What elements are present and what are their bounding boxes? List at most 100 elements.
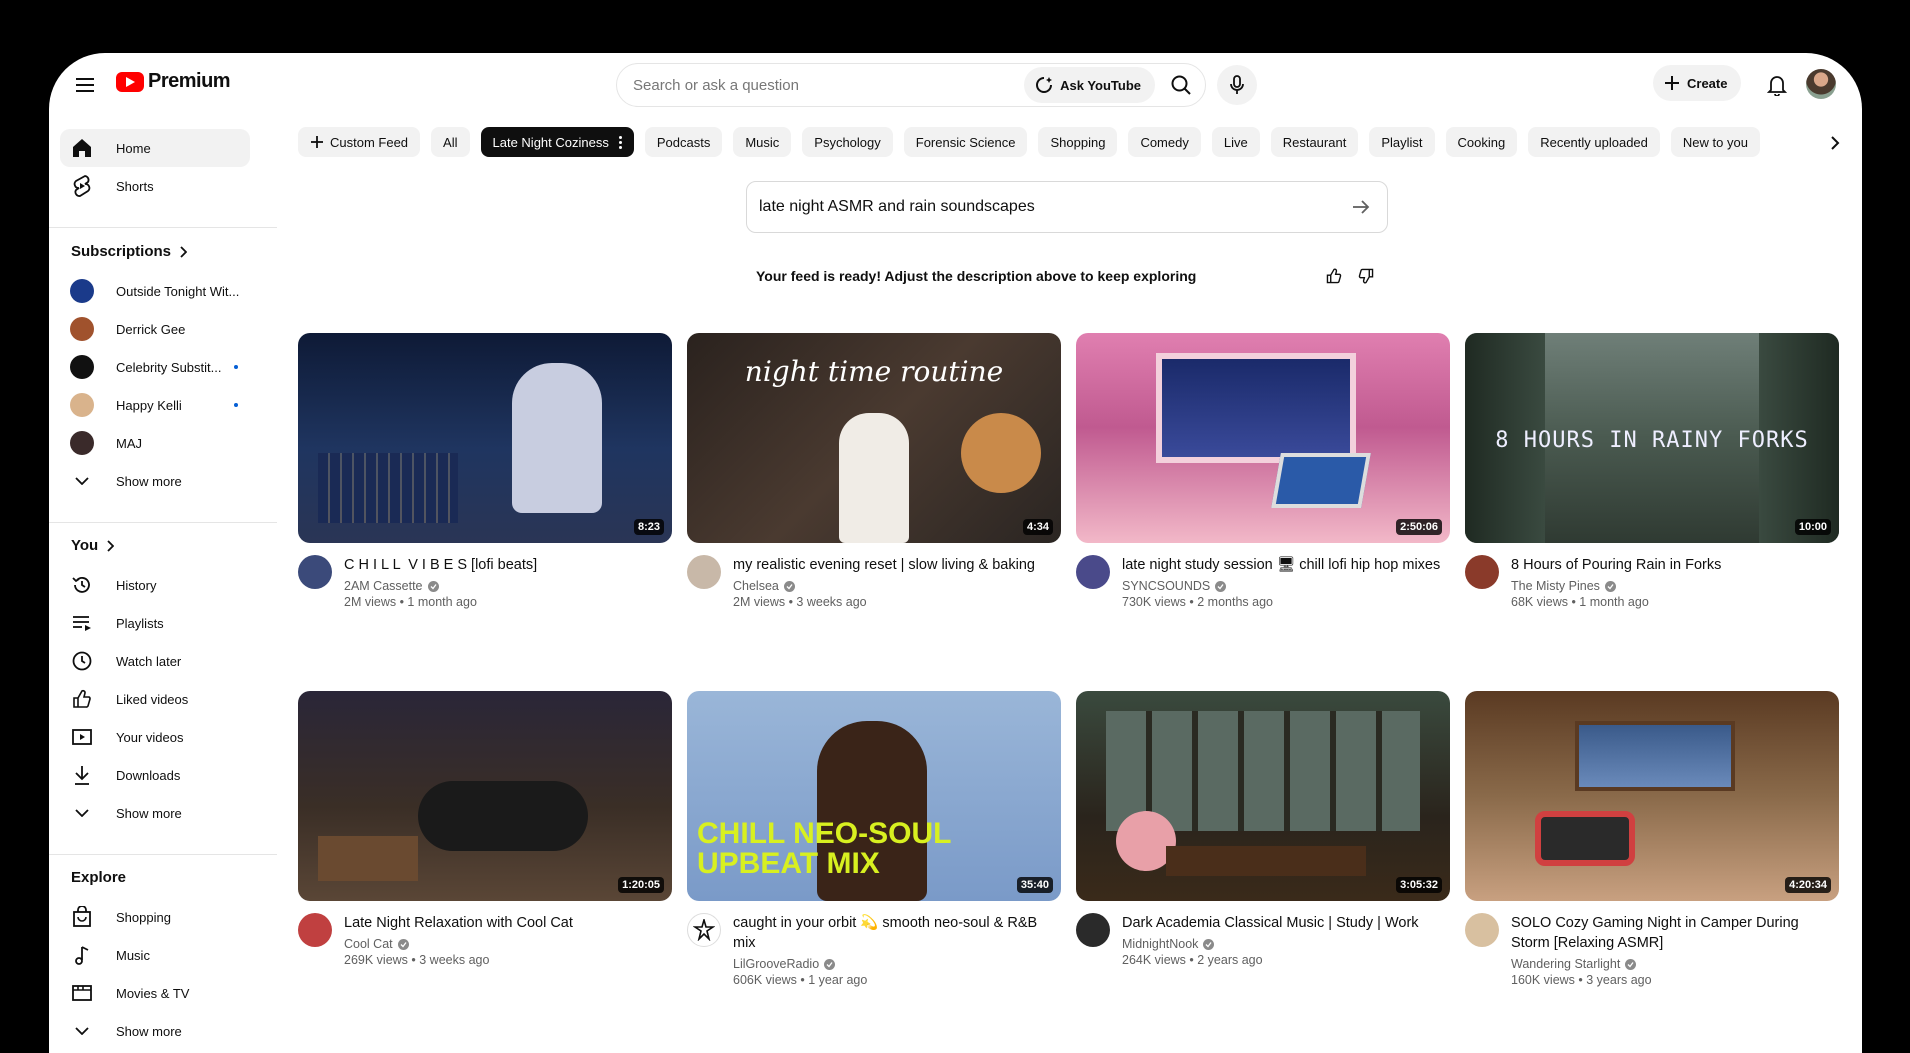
chip-custom-feed[interactable]: Custom Feed [298,127,421,157]
verified-icon [397,938,409,950]
sidebar-item-your-videos[interactable]: Your videos [60,718,250,756]
feed-prompt-input[interactable] [759,198,1347,216]
create-button[interactable]: Create [1653,65,1742,101]
video-title[interactable]: SOLO Cozy Gaming Night in Camper During … [1511,913,1839,953]
chip-label: Late Night Coziness [492,134,609,150]
sidebar-item-downloads[interactable]: Downloads [60,756,250,794]
channel-avatar[interactable] [1465,913,1499,947]
video-card[interactable]: 1:20:05 Late Night Relaxation with Cool … [298,691,672,967]
subscriptions-heading[interactable]: Subscriptions [71,243,188,260]
voice-search-button[interactable] [1217,65,1257,105]
chip-live[interactable]: Live [1211,127,1260,157]
feed-dislike-button[interactable] [1353,263,1379,289]
chip-comedy[interactable]: Comedy [1128,127,1201,157]
chip-music[interactable]: Music [733,127,792,157]
sidebar-item-subscription[interactable]: Derrick Gee [60,310,250,348]
chevron-right-icon [180,245,188,258]
video-card[interactable]: 8 HOURS IN RAINY FORKS 10:00 8 Hours of … [1465,333,1839,609]
chip-late-night-coziness[interactable]: Late Night Coziness [480,127,634,157]
video-card[interactable]: 8:23 C H I L L V I B E S [lofi beats] 2A… [298,333,672,609]
video-card[interactable]: 3:05:32 Dark Academia Classical Music | … [1076,691,1450,967]
chip-playlist[interactable]: Playlist [1369,127,1435,157]
notifications-button[interactable] [1757,65,1797,105]
video-title[interactable]: 8 Hours of Pouring Rain in Forks [1511,555,1839,575]
channel-avatar[interactable] [298,913,332,947]
video-thumbnail[interactable]: 4:20:34 [1465,691,1839,901]
video-stats: 160K views • 3 years ago [1511,973,1652,987]
sidebar-item-playlists[interactable]: Playlists [60,604,250,642]
video-title[interactable]: C H I L L V I B E S [lofi beats] [344,555,672,575]
video-thumbnail[interactable]: CHILL NEO-SOUL UPBEAT MIX 35:40 [687,691,1061,901]
chip-shopping[interactable]: Shopping [1038,127,1118,157]
video-title[interactable]: Late Night Relaxation with Cool Cat [344,913,672,933]
channel-name[interactable]: MidnightNook [1122,937,1198,951]
video-title[interactable]: caught in your orbit 💫 smooth neo-soul &… [733,913,1061,953]
channel-name[interactable]: SYNCSOUNDS [1122,579,1210,593]
video-card[interactable]: 2:50:06 late night study session 🖥 chill… [1076,333,1450,609]
sidebar-item-subscription[interactable]: Happy Kelli [60,386,250,424]
video-card[interactable]: 4:20:34 SOLO Cozy Gaming Night in Camper… [1465,691,1839,987]
hamburger-icon [76,78,94,92]
channel-name[interactable]: The Misty Pines [1511,579,1600,593]
chip-all[interactable]: All [431,127,470,157]
video-stats: 730K views • 2 months ago [1122,595,1273,609]
sidebar-item-subscription[interactable]: Celebrity Substit... [60,348,250,386]
video-thumbnail[interactable]: 8:23 [298,333,672,543]
sidebar-item-watch-later[interactable]: Watch later [60,642,250,680]
video-thumbnail[interactable]: 3:05:32 [1076,691,1450,901]
chip-podcasts[interactable]: Podcasts [644,127,723,157]
video-thumbnail[interactable]: 8 HOURS IN RAINY FORKS 10:00 [1465,333,1839,543]
channel-name[interactable]: 2AM Cassette [344,579,423,593]
chip-restaurant[interactable]: Restaurant [1270,127,1359,157]
account-avatar[interactable] [1806,69,1836,99]
video-thumbnail[interactable]: night time routine 4:34 [687,333,1061,543]
sidebar-item-shopping[interactable]: Shopping [60,898,250,936]
prompt-submit-button[interactable] [1347,193,1375,221]
channel-avatar[interactable] [298,555,332,589]
youtube-premium-logo[interactable]: Premium [116,70,231,93]
sidebar-item-liked-videos[interactable]: Liked videos [60,680,250,718]
video-title[interactable]: late night study session 🖥 chill lofi hi… [1122,555,1450,575]
chip-new-to-you[interactable]: New to you [1670,127,1760,157]
channel-avatar[interactable] [1076,555,1110,589]
sidebar-item-subscription[interactable]: Outside Tonight Wit... [60,272,250,310]
chip-cooking[interactable]: Cooking [1445,127,1518,157]
menu-button[interactable] [65,65,105,105]
you-heading[interactable]: You [71,537,115,554]
channel-avatar[interactable] [1465,555,1499,589]
sidebar-item-home[interactable]: Home [60,129,250,167]
search-input[interactable] [617,76,1025,94]
chips-next-button[interactable] [1819,127,1851,159]
channel-avatar[interactable] [687,913,721,947]
search-button[interactable] [1161,65,1201,105]
video-card[interactable]: night time routine 4:34 my realistic eve… [687,333,1061,609]
channel-avatar[interactable] [687,555,721,589]
channel-name[interactable]: Wandering Starlight [1511,957,1620,971]
sidebar-item-shorts[interactable]: Shorts [60,167,250,205]
video-thumbnail[interactable]: 2:50:06 [1076,333,1450,543]
chip-psychology[interactable]: Psychology [802,127,893,157]
video-title[interactable]: my realistic evening reset | slow living… [733,555,1061,575]
sidebar-item-movies-tv[interactable]: Movies & TV [60,974,250,1012]
sidebar-item-music[interactable]: Music [60,936,250,974]
video-card[interactable]: CHILL NEO-SOUL UPBEAT MIX 35:40 caught i… [687,691,1061,987]
video-title[interactable]: Dark Academia Classical Music | Study | … [1122,913,1450,933]
more-vert-icon[interactable] [618,135,622,149]
channel-name[interactable]: Chelsea [733,579,779,593]
channel-name[interactable]: LilGrooveRadio [733,957,819,971]
chip-forensic-science[interactable]: Forensic Science [903,127,1028,157]
sidebar-item-subscription[interactable]: MAJ [60,424,250,462]
channel-name[interactable]: Cool Cat [344,937,393,951]
verified-icon [824,958,836,970]
sidebar-item-label: Movies & TV [116,985,190,1001]
sidebar-item-history[interactable]: History [60,566,250,604]
video-thumbnail[interactable]: 1:20:05 [298,691,672,901]
subscriptions-show-more[interactable]: Show more [60,462,250,500]
ask-youtube-button[interactable]: Ask YouTube [1024,67,1155,103]
chip-recently-uploaded[interactable]: Recently uploaded [1528,127,1660,157]
channel-avatar[interactable] [1076,913,1110,947]
video-stats: 68K views • 1 month ago [1511,595,1649,609]
explore-show-more[interactable]: Show more [60,1012,250,1050]
feed-like-button[interactable] [1321,263,1347,289]
you-show-more[interactable]: Show more [60,794,250,832]
